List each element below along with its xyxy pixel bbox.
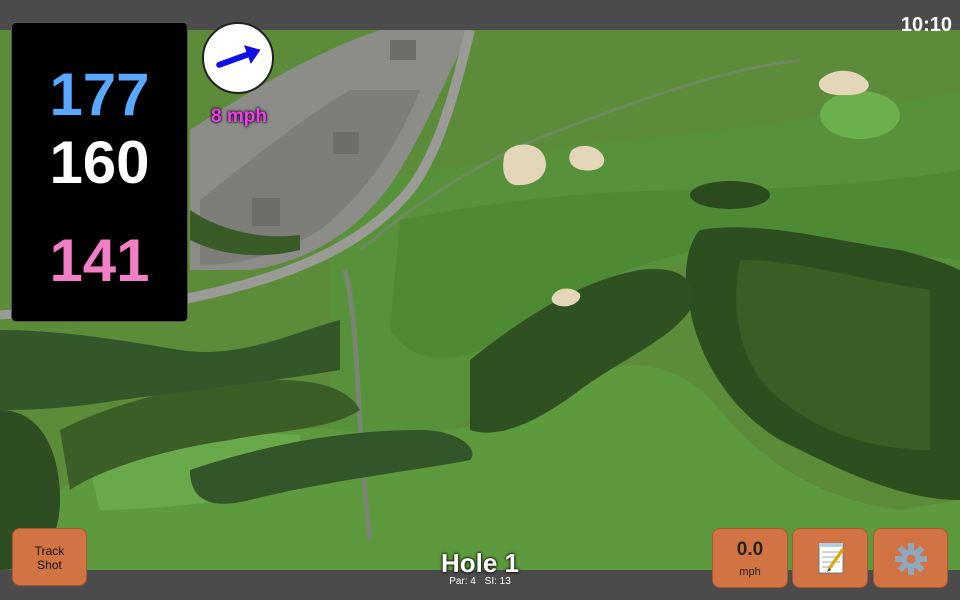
front-yardage: 141 [49, 227, 150, 294]
wind-indicator [202, 22, 274, 94]
track-shot-button[interactable]: Track Shot [12, 528, 87, 586]
speed-unit: mph [739, 566, 761, 578]
settings-button[interactable] [873, 528, 948, 588]
gear-icon [895, 543, 927, 575]
clock: 10:10 [900, 14, 952, 36]
speed-button[interactable]: 0.0 mph [712, 528, 788, 588]
hole-meta: Par: 4 SI: 13 [380, 576, 580, 587]
track-shot-label-line1: Track [34, 544, 65, 558]
par-label: Par: 4 [449, 576, 476, 587]
stroke-index-label: SI: 13 [484, 576, 511, 587]
middle-yardage: 160 [49, 129, 150, 196]
yardage-panel: 177 160 141 [11, 22, 188, 322]
notepad-icon [818, 543, 845, 574]
notes-button[interactable] [792, 528, 868, 588]
wind-arrow-icon [216, 45, 261, 68]
speed-value: 0.0 [736, 539, 764, 560]
track-shot-label-line2: Shot [37, 558, 62, 572]
wind-speed: 8 mph [211, 106, 267, 127]
back-yardage: 177 [49, 61, 150, 128]
hole-title: Hole 1 [440, 548, 520, 578]
